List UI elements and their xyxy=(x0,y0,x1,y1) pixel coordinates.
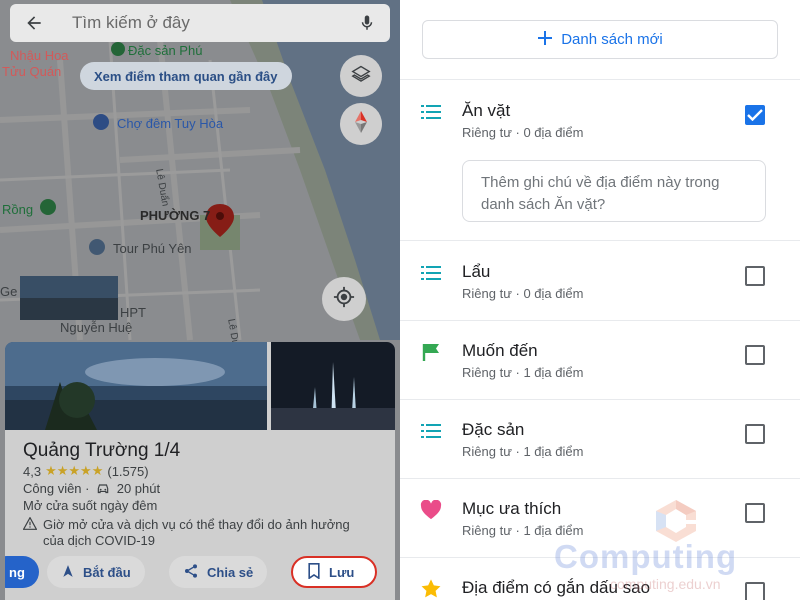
flag-icon xyxy=(420,341,442,363)
map-label: PHƯỜNG 7 xyxy=(140,208,211,223)
map-label: Nhậu Hoa xyxy=(10,48,69,63)
divider xyxy=(400,240,800,241)
map-label: HPT xyxy=(120,305,146,320)
directions-button[interactable]: ng xyxy=(5,556,39,588)
directions-label: ng xyxy=(9,564,25,580)
place-photo[interactable] xyxy=(5,342,267,430)
my-location-button[interactable] xyxy=(322,277,366,321)
divider xyxy=(400,320,800,321)
map-label: Ge xyxy=(0,284,18,299)
star-icon xyxy=(420,578,442,600)
checkbox[interactable] xyxy=(745,503,765,523)
list-subtitle: Riêng tư · 0 địa điểm xyxy=(462,125,584,140)
review-count: (1.575) xyxy=(107,463,149,479)
list-icon xyxy=(420,420,442,442)
list-title: Muốn đến xyxy=(462,341,538,360)
card-actions: ng Bắt đầu Chia sẻ Lưu xyxy=(5,552,395,592)
place-photo[interactable] xyxy=(271,342,395,430)
save-label: Lưu xyxy=(329,564,355,580)
mic-icon[interactable] xyxy=(358,13,376,33)
list-title: Mục ưa thích xyxy=(462,499,562,518)
checkmark-icon xyxy=(747,109,763,121)
list-title: Lẩu xyxy=(462,262,491,281)
compass-icon xyxy=(354,110,368,138)
list-subtitle: Riêng tư · 1 địa điểm xyxy=(462,523,584,538)
layers-icon xyxy=(351,64,371,89)
place-meta: Công viên · 20 phút xyxy=(23,481,160,496)
nearby-attractions-chip[interactable]: Xem điểm tham quan gần đây xyxy=(80,62,292,90)
search-input[interactable]: Tìm kiếm ở đây xyxy=(72,13,358,33)
plus-icon xyxy=(537,30,553,50)
rating-stars: ★★★★★ xyxy=(45,463,104,478)
warning-icon xyxy=(22,516,38,549)
map-label: Chợ đêm Tuy Hòa xyxy=(117,116,224,131)
start-label: Bắt đầu xyxy=(83,564,131,580)
new-list-button[interactable]: Danh sách mới xyxy=(422,20,778,59)
heart-icon xyxy=(420,499,442,521)
new-list-label: Danh sách mới xyxy=(561,31,663,48)
share-icon xyxy=(183,563,199,582)
covid-warning: Giờ mở cửa và dịch vụ có thể thay đổi do… xyxy=(22,516,373,549)
drive-time: 20 phút xyxy=(116,481,161,496)
place-title: Quảng Trường 1/4 xyxy=(23,440,181,461)
back-arrow-icon[interactable] xyxy=(24,13,44,33)
list-title: Đặc sản xyxy=(462,420,525,439)
list-title: Ăn vặt xyxy=(462,101,511,120)
map-pane: Nhậu Hoa Tửu Quán Đặc sản Phú Chợ đêm Tu… xyxy=(0,0,400,600)
map-label: Nguyễn Huệ xyxy=(60,320,133,335)
checkbox[interactable] xyxy=(745,582,765,600)
save-to-list-panel: Danh sách mới Ăn vặt Riêng tư · 0 địa đi… xyxy=(400,0,800,600)
divider xyxy=(400,79,800,80)
layers-button[interactable] xyxy=(340,55,382,97)
warning-text: Giờ mở cửa và dịch vụ có thể thay đổi do… xyxy=(43,517,350,548)
car-icon xyxy=(93,481,117,496)
share-label: Chia sẻ xyxy=(207,564,254,580)
map-label: Tửu Quán xyxy=(2,64,62,79)
checkbox-checked[interactable] xyxy=(745,105,765,125)
compass-button[interactable] xyxy=(340,103,382,145)
list-icon xyxy=(420,101,442,123)
start-button[interactable]: Bắt đầu xyxy=(47,556,145,588)
divider xyxy=(400,478,800,479)
list-subtitle: Riêng tư · 1 địa điểm xyxy=(462,365,584,380)
map-label: Rồng xyxy=(2,202,34,217)
map-label: Tour Phú Yên xyxy=(113,241,192,256)
list-subtitle: Riêng tư · 1 địa điểm xyxy=(462,444,584,459)
save-button[interactable]: Lưu xyxy=(291,556,377,588)
bookmark-icon xyxy=(307,562,321,582)
share-button[interactable]: Chia sẻ xyxy=(169,556,268,588)
divider xyxy=(400,557,800,558)
rating-value: 4,3 xyxy=(23,463,42,479)
navigation-arrow-icon xyxy=(61,564,75,581)
map-label: Đặc sản Phú xyxy=(128,43,203,58)
checkbox[interactable] xyxy=(745,345,765,365)
place-category: Công viên · xyxy=(23,481,90,496)
list-subtitle: Riêng tư · 0 địa điểm xyxy=(462,286,584,301)
list-icon xyxy=(420,262,442,284)
opening-hours: Mở cửa suốt ngày đêm xyxy=(23,498,158,513)
list-title: Địa điểm có gắn dấu sao xyxy=(462,578,651,597)
place-rating: 4,3 ★★★★★ (1.575) xyxy=(23,463,149,479)
search-bar[interactable]: Tìm kiếm ở đây xyxy=(10,4,390,42)
checkbox[interactable] xyxy=(745,424,765,444)
divider xyxy=(400,399,800,400)
my-location-icon xyxy=(333,286,355,313)
place-card[interactable]: Quảng Trường 1/4 4,3 ★★★★★ (1.575) Công … xyxy=(5,342,395,600)
note-input[interactable]: Thêm ghi chú về địa điểm này trong danh … xyxy=(462,160,766,222)
checkbox[interactable] xyxy=(745,266,765,286)
